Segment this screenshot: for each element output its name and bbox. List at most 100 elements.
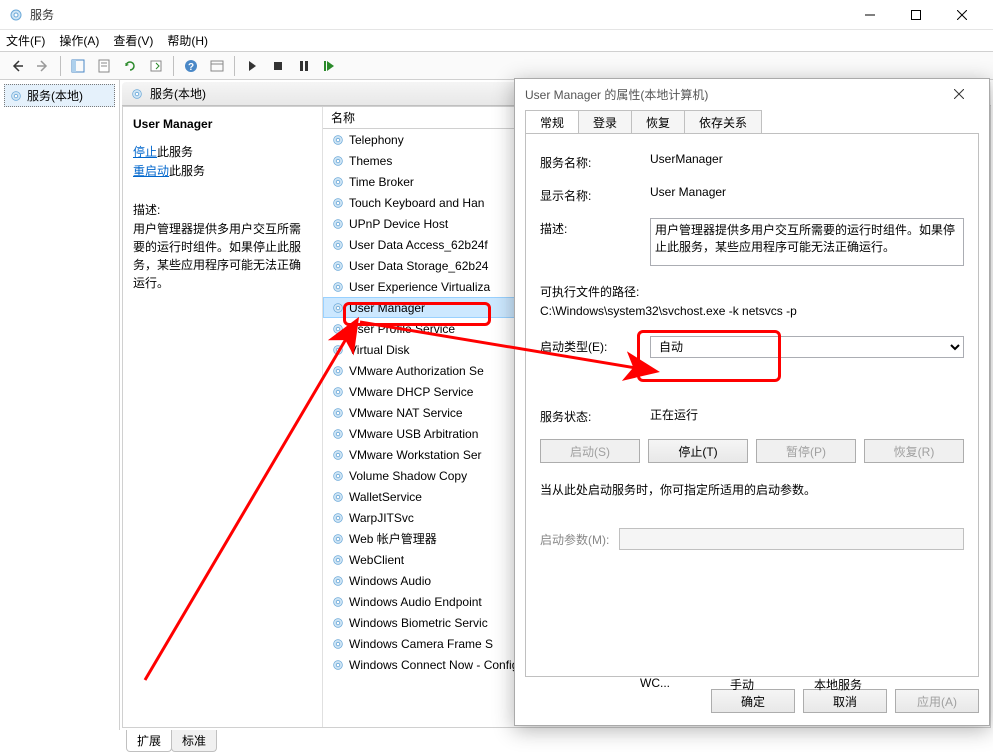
start-params-input [619, 528, 964, 550]
refresh-button[interactable] [119, 55, 141, 77]
stop-button[interactable]: 停止(T) [648, 439, 748, 463]
menu-help[interactable]: 帮助(H) [167, 32, 208, 49]
restart-service-button[interactable] [319, 55, 341, 77]
exe-path-value: C:\Windows\system32\svchost.exe -k netsv… [540, 304, 964, 318]
back-button[interactable] [6, 55, 28, 77]
menu-action[interactable]: 操作(A) [59, 32, 99, 49]
bottom-tabs: 扩展 标准 [122, 730, 993, 752]
display-name-label: 显示名称: [540, 185, 650, 204]
stop-service-link[interactable]: 停止 [133, 145, 157, 159]
tab-dependencies[interactable]: 依存关系 [684, 110, 762, 134]
export-button[interactable] [145, 55, 167, 77]
description-text: 用户管理器提供多用户交互所需要的运行时组件。如果停止此服务，某些应用程序可能无法… [133, 220, 312, 292]
start-button: 启动(S) [540, 439, 640, 463]
start-service-button[interactable] [241, 55, 263, 77]
gear-icon [331, 511, 345, 525]
gear-icon [331, 175, 345, 189]
service-status-value: 正在运行 [650, 406, 964, 423]
service-name: Windows Audio Endpoint [349, 595, 482, 609]
pause-service-button[interactable] [293, 55, 315, 77]
menu-file[interactable]: 文件(F) [6, 32, 45, 49]
service-name: WalletService [349, 490, 422, 504]
service-name: User Data Storage_62b24 [349, 259, 488, 273]
gear-icon [331, 427, 345, 441]
gear-icon [331, 280, 345, 294]
properties-icon[interactable] [93, 55, 115, 77]
startup-type-select[interactable]: 自动 [650, 336, 964, 358]
resume-button: 恢复(R) [864, 439, 964, 463]
display-name-value: User Manager [650, 185, 964, 199]
gear-icon [331, 322, 345, 336]
tree-pane: 服务(本地) [0, 80, 120, 730]
gear-icon [331, 343, 345, 357]
menu-view[interactable]: 查看(V) [113, 32, 153, 49]
gear-icon [331, 217, 345, 231]
properties-button[interactable] [206, 55, 228, 77]
stop-service-button[interactable] [267, 55, 289, 77]
dialog-content: 服务名称: UserManager 显示名称: User Manager 描述:… [525, 133, 979, 677]
description-label: 描述: [133, 201, 312, 218]
service-name: Touch Keyboard and Han [349, 196, 484, 210]
minimize-button[interactable] [847, 0, 893, 30]
service-name: VMware DHCP Service [349, 385, 473, 399]
gear-icon [331, 406, 345, 420]
service-name: Time Broker [349, 175, 414, 189]
gear-icon [331, 301, 345, 315]
toolbar: ? [0, 52, 993, 80]
selected-service-title: User Manager [133, 117, 312, 131]
gear-icon [331, 595, 345, 609]
service-name: VMware USB Arbitration [349, 427, 478, 441]
gear-icon [331, 154, 345, 168]
service-name: Windows Biometric Servic [349, 616, 488, 630]
dialog-desc-label: 描述: [540, 218, 650, 237]
close-button[interactable] [939, 0, 985, 30]
exe-path-label: 可执行文件的路径: [540, 283, 964, 300]
service-name: WebClient [349, 553, 404, 567]
help-button[interactable]: ? [180, 55, 202, 77]
service-name-value: UserManager [650, 152, 964, 166]
dialog-close-button[interactable] [939, 79, 979, 109]
dialog-tabs: 常规 登录 恢复 依存关系 [515, 109, 989, 133]
service-name: User Data Access_62b24f [349, 238, 488, 252]
show-hide-tree-button[interactable] [67, 55, 89, 77]
window-title: 服务 [30, 6, 847, 23]
service-name: User Experience Virtualiza [349, 280, 490, 294]
gear-icon [331, 469, 345, 483]
maximize-button[interactable] [893, 0, 939, 30]
gear-icon [331, 196, 345, 210]
titlebar: 服务 [0, 0, 993, 30]
tab-standard[interactable]: 标准 [171, 730, 217, 752]
svg-text:?: ? [188, 62, 194, 73]
tab-logon[interactable]: 登录 [578, 110, 632, 134]
restart-service-link[interactable]: 重启动 [133, 164, 169, 178]
tab-extended[interactable]: 扩展 [126, 730, 172, 752]
dialog-desc-textarea[interactable] [650, 218, 964, 266]
service-name: Themes [349, 154, 392, 168]
service-name: VMware Authorization Se [349, 364, 484, 378]
tree-node-label: 服务(本地) [27, 87, 83, 104]
gear-icon [130, 87, 144, 101]
tree-node-services-local[interactable]: 服务(本地) [4, 84, 115, 107]
tab-recovery[interactable]: 恢复 [631, 110, 685, 134]
service-name: VMware Workstation Ser [349, 448, 482, 462]
tab-general[interactable]: 常规 [525, 110, 579, 134]
gear-icon [331, 364, 345, 378]
gear-icon [8, 7, 24, 23]
menubar: 文件(F) 操作(A) 查看(V) 帮助(H) [0, 30, 993, 52]
gear-icon [331, 574, 345, 588]
forward-button[interactable] [32, 55, 54, 77]
properties-dialog: User Manager 的属性(本地计算机) 常规 登录 恢复 依存关系 服务… [514, 78, 990, 726]
service-name-label: 服务名称: [540, 152, 650, 171]
gear-icon [331, 532, 345, 546]
gear-icon [9, 89, 23, 103]
apply-button: 应用(A) [895, 689, 979, 713]
gear-icon [331, 259, 345, 273]
service-name: VMware NAT Service [349, 406, 463, 420]
service-name: Volume Shadow Copy [349, 469, 467, 483]
service-status-label: 服务状态: [540, 406, 650, 425]
service-name: Web 帐户管理器 [349, 530, 437, 547]
service-name: Telephony [349, 133, 404, 147]
gear-icon [331, 616, 345, 630]
service-name: UPnP Device Host [349, 217, 448, 231]
service-name: Windows Audio [349, 574, 431, 588]
